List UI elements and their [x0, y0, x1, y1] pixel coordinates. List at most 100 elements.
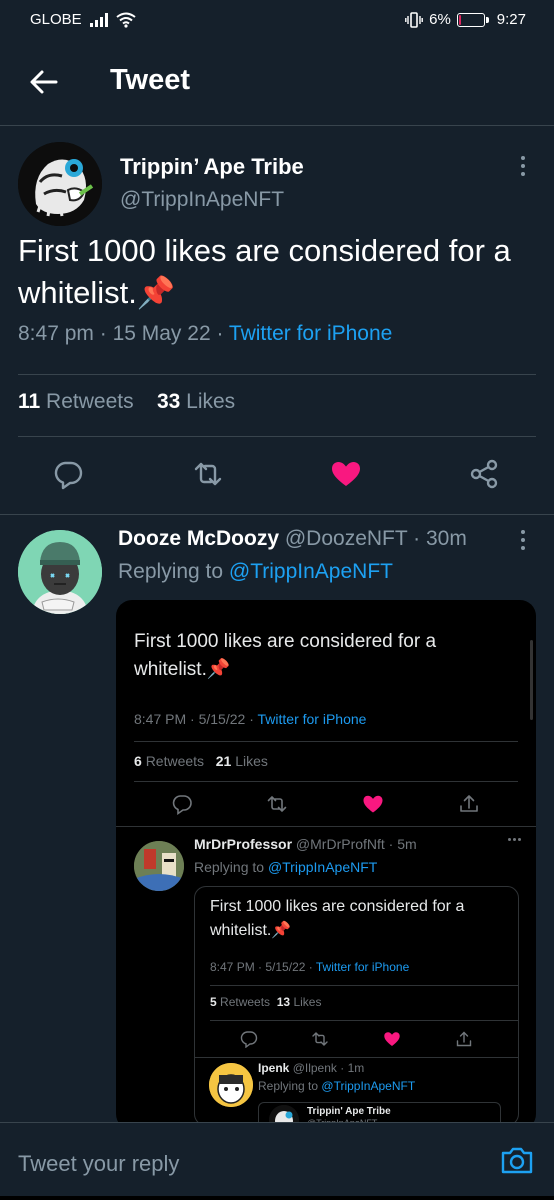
page-title: Tweet	[110, 64, 191, 96]
screenshot-divider	[134, 741, 518, 742]
screenshot-date: 5/15/22	[198, 711, 246, 727]
nested-divider	[210, 1020, 518, 1021]
reply-more-options-icon[interactable]	[520, 530, 526, 550]
screenshot-tweet-text: First 1000 likes are considered for a wh…	[134, 631, 437, 680]
reply-author-avatar[interactable]	[18, 530, 102, 614]
screenshot-nested-avatar	[134, 841, 184, 891]
author-name[interactable]: Trippin’ Ape Tribe	[120, 154, 304, 180]
tweet-text: First 1000 likes are considered for a wh…	[18, 233, 511, 310]
nested-2-author-name: Ipenk	[258, 1061, 290, 1075]
nested-author-name: MrDrProfessor	[194, 836, 293, 852]
nested-stats: 5 Retweets 13 Likes	[210, 995, 321, 1009]
nested-2-header: Ipenk @Ilpenk · 1m	[258, 1061, 365, 1075]
nested-2-author-handle: @Ilpenk	[292, 1061, 337, 1075]
carrier-label: GLOBE	[30, 11, 82, 28]
nested-2-quoted-name: Trippin' Ape Tribe	[307, 1106, 391, 1117]
screenshot-retweet-icon	[267, 795, 287, 813]
nested-2-replying-link: @TrippInApeNFT	[321, 1079, 416, 1093]
status-bar: GLOBE 6% 9:27	[0, 0, 554, 42]
author-handle[interactable]: @TrippInApeNFT	[120, 188, 284, 212]
replying-to-label: Replying to	[118, 560, 224, 583]
nested-time: 8:47 PM	[210, 960, 255, 974]
nested-like-heart-icon	[384, 1032, 400, 1046]
like-heart-icon[interactable]	[330, 458, 362, 490]
screenshot-section-divider	[116, 826, 536, 827]
signal-icon	[89, 12, 108, 27]
screenshot-scrollbar	[530, 640, 533, 720]
screenshot-divider	[134, 781, 518, 782]
nested-age: 5m	[397, 836, 417, 852]
clock: 9:27	[496, 11, 526, 28]
reply-input[interactable]: Tweet your reply	[18, 1151, 179, 1177]
screenshot-retweet-count: 6	[134, 753, 142, 769]
tweet-time: 8:47 pm	[18, 322, 94, 345]
nested-replying-to: Replying to @TrippInApeNFT	[194, 859, 377, 875]
likes-stat[interactable]: 33 Likes	[157, 390, 235, 413]
divider	[18, 436, 536, 437]
nested-retweet-count: 5	[210, 995, 217, 1009]
reply-author-name[interactable]: Dooze McDoozy	[118, 527, 279, 550]
tweet-date: 15 May 22	[112, 322, 211, 345]
screenshot-share-icon	[460, 795, 478, 812]
screenshot-tweet-metadata: 8:47 PM · 5/15/22 · Twitter for iPhone	[134, 711, 367, 727]
reply-author-handle[interactable]: @DoozeNFT	[285, 527, 407, 550]
tweet-metadata: 8:47 pm · 15 May 22 · Twitter for iPhone	[18, 322, 393, 345]
navigation-bar-edge	[0, 1196, 554, 1200]
like-count: 33	[156, 390, 181, 413]
nested-date: 5/15/22	[265, 960, 306, 974]
retweet-count: 11	[18, 390, 41, 413]
nested-author-handle: @MrDrProfNft	[295, 836, 385, 852]
nested-section-divider	[195, 1057, 518, 1058]
screenshot-nested-header: MrDrProfessor @MrDrProfNft · 5m	[194, 836, 417, 852]
screenshot-like-label: Likes	[235, 753, 268, 769]
nested-more-icon	[508, 838, 522, 841]
battery-icon	[456, 12, 489, 27]
nested-2-replying-to: Replying to @TrippInApeNFT	[258, 1079, 415, 1093]
retweet-label: Retweets	[46, 390, 134, 413]
replying-to-link[interactable]: @TrippInApeNFT	[229, 560, 393, 583]
screenshot-time: 8:47 PM	[134, 711, 187, 727]
vibrate-icon	[405, 11, 424, 28]
retweets-stat[interactable]: 11 Retweets	[18, 390, 134, 413]
share-icon[interactable]	[468, 458, 500, 490]
section-divider	[0, 514, 554, 515]
nested-replying-link: @TrippInApeNFT	[267, 859, 378, 875]
author-avatar[interactable]	[18, 142, 102, 226]
nested-reply-icon	[240, 1031, 258, 1048]
wifi-icon	[116, 12, 136, 28]
camera-icon[interactable]	[500, 1143, 534, 1177]
top-bar: Tweet	[0, 42, 554, 126]
reply-icon[interactable]	[52, 458, 84, 490]
battery-percent: 6%	[429, 11, 451, 28]
nested-2-age: 1m	[347, 1061, 365, 1075]
screenshot-like-heart-icon	[363, 795, 383, 813]
back-arrow-icon[interactable]	[26, 64, 62, 100]
reply-age: 30m	[426, 527, 467, 550]
nested-retweet-icon	[312, 1032, 328, 1046]
screenshot-stats: 6 Retweets 21 Likes	[134, 753, 268, 769]
nested-tweet-metadata: 8:47 PM · 5/15/22 · Twitter for iPhone	[210, 960, 410, 974]
nested-2-replying-label: Replying to	[258, 1079, 319, 1093]
attached-screenshot[interactable]: First 1000 likes are considered for a wh…	[116, 600, 536, 1130]
retweet-icon[interactable]	[192, 458, 224, 490]
nested-source: Twitter for iPhone	[315, 960, 410, 974]
reply-composer-bar: Tweet your reply	[0, 1122, 554, 1200]
more-options-icon[interactable]	[520, 156, 526, 176]
screenshot-like-count: 21	[215, 753, 232, 769]
like-label: Likes	[186, 390, 236, 413]
replying-to: Replying to @TrippInApeNFT	[118, 560, 393, 584]
reply-header: Dooze McDoozy @DoozeNFT · 30m	[118, 527, 467, 550]
nested-divider	[210, 985, 518, 986]
nested-share-icon	[456, 1031, 472, 1047]
nested-tweet-text: First 1000 likes are considered for a wh…	[210, 898, 465, 939]
tweet-source-link[interactable]: Twitter for iPhone	[229, 322, 392, 345]
tweet-action-bar	[0, 450, 554, 498]
nested-like-label: Likes	[293, 995, 322, 1009]
nested-2-avatar	[209, 1063, 253, 1107]
divider	[18, 374, 536, 375]
screenshot-reply-icon	[172, 795, 192, 815]
nested-retweet-label: Retweets	[220, 995, 271, 1009]
nested-like-count: 13	[276, 995, 291, 1009]
screenshot-retweet-label: Retweets	[145, 753, 205, 769]
tweet-stats: 11 Retweets 33 Likes	[18, 390, 235, 414]
